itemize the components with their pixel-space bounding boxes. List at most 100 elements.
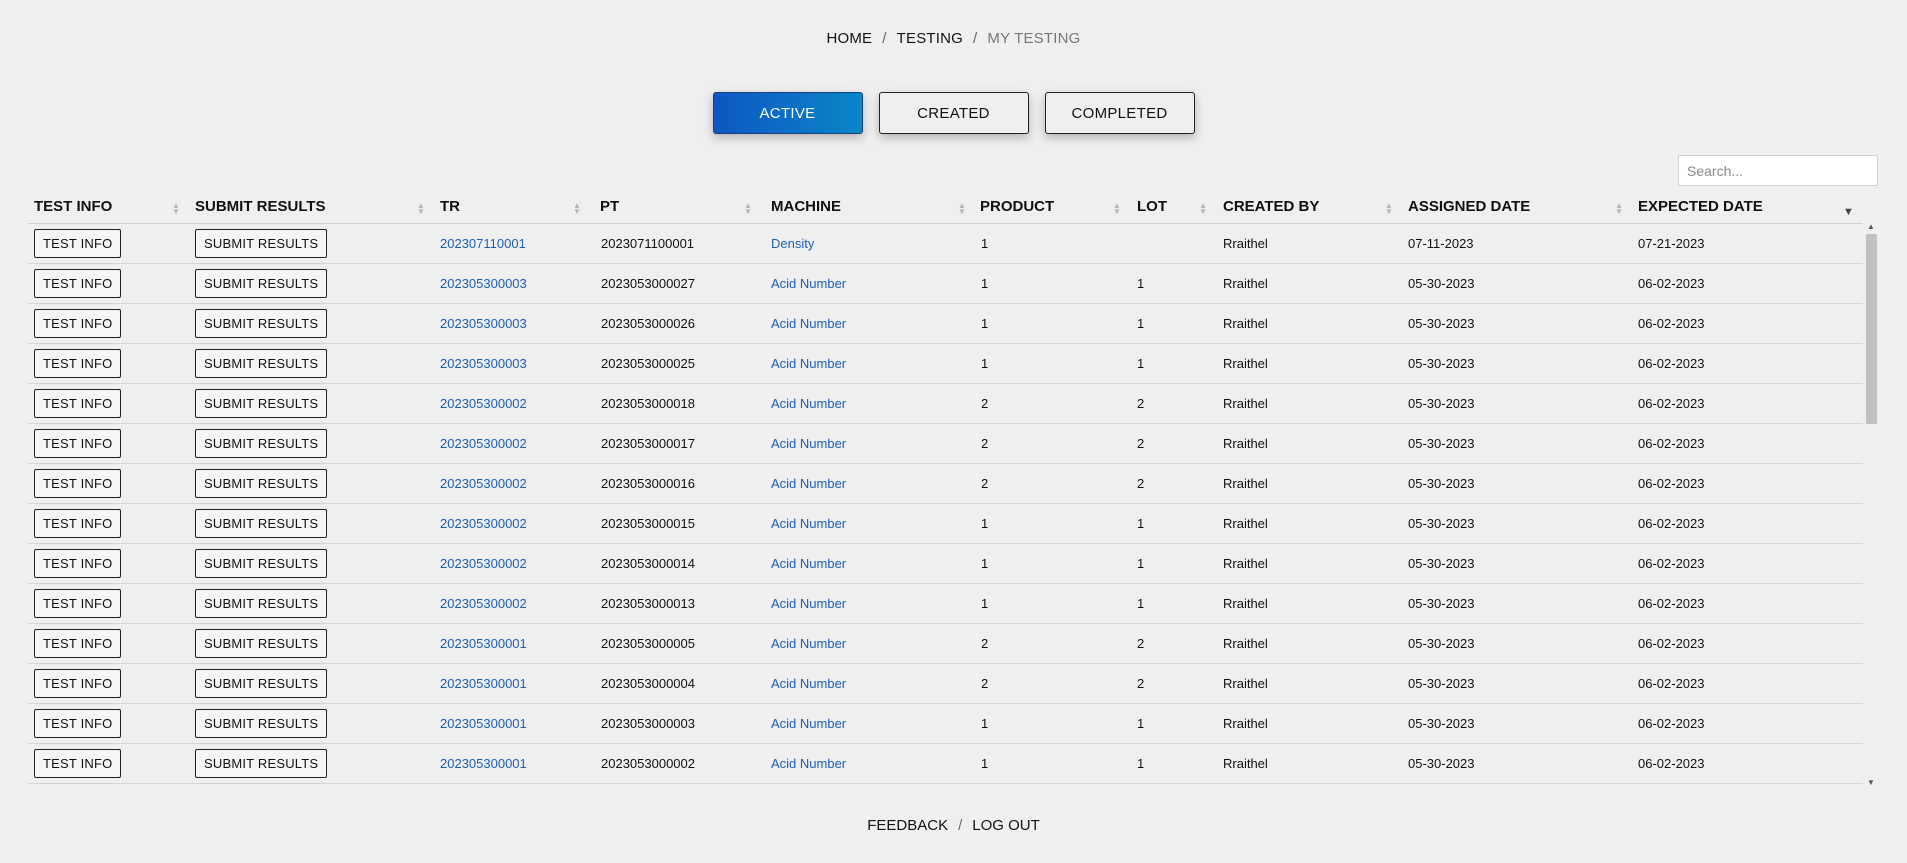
test-info-button[interactable]: TEST INFO [34,269,122,298]
lot-cell: 2 [1137,636,1145,651]
machine-link[interactable]: Acid Number [771,264,846,304]
tr-link[interactable]: 202305300001 [440,744,527,784]
machine-link[interactable]: Acid Number [771,504,846,544]
sort-icon[interactable]: ▲ ▼ [573,202,581,216]
sort-icon[interactable]: ▲ ▼ [1113,202,1121,216]
machine-link[interactable]: Acid Number [771,744,846,784]
sort-icon[interactable]: ▲ ▼ [1199,202,1207,216]
created-by-cell: Rraithel [1223,516,1268,531]
tab-created[interactable]: CREATED [878,92,1029,134]
header-pt[interactable]: PT [600,198,619,215]
assigned-date-cell: 05-30-2023 [1408,556,1475,571]
test-info-button[interactable]: TEST INFO [34,749,122,778]
test-info-button[interactable]: TEST INFO [34,309,122,338]
header-submit-results[interactable]: SUBMIT RESULTS [195,198,326,215]
submit-results-button[interactable]: SUBMIT RESULTS [195,309,328,338]
machine-link[interactable]: Acid Number [771,304,846,344]
tr-link[interactable]: 202307110001 [440,224,526,264]
machine-link[interactable]: Density [771,224,814,264]
tr-link[interactable]: 202305300001 [440,664,527,704]
test-info-button[interactable]: TEST INFO [34,629,122,658]
test-info-button[interactable]: TEST INFO [34,669,122,698]
submit-results-button[interactable]: SUBMIT RESULTS [195,629,328,658]
sort-descending-icon[interactable]: ▼ [1843,206,1854,218]
tr-link[interactable]: 202305300002 [440,384,527,424]
sort-icon[interactable]: ▲ ▼ [417,202,425,216]
pt-cell: 2023053000015 [601,516,695,531]
submit-results-button[interactable]: SUBMIT RESULTS [195,669,328,698]
scroll-down-icon[interactable]: ▼ [1867,778,1875,785]
product-cell: 1 [981,756,989,771]
sort-icon[interactable]: ▲ ▼ [958,202,966,216]
machine-link[interactable]: Acid Number [771,664,846,704]
breadcrumb-home[interactable]: HOME [826,30,872,47]
sort-icon[interactable]: ▲ ▼ [744,202,752,216]
product-cell: 1 [981,276,989,291]
header-machine[interactable]: MACHINE [771,198,841,215]
submit-results-button[interactable]: SUBMIT RESULTS [195,429,328,458]
test-info-button[interactable]: TEST INFO [34,389,122,418]
sort-icon[interactable]: ▲ ▼ [1385,202,1393,216]
test-info-button[interactable]: TEST INFO [34,709,122,738]
tr-link[interactable]: 202305300002 [440,424,527,464]
tr-link[interactable]: 202305300002 [440,544,527,584]
tr-link[interactable]: 202305300001 [440,624,527,664]
submit-results-button[interactable]: SUBMIT RESULTS [195,349,328,378]
submit-results-button[interactable]: SUBMIT RESULTS [195,389,328,418]
header-lot[interactable]: LOT [1137,198,1167,215]
test-info-button[interactable]: TEST INFO [34,469,122,498]
sort-icon[interactable]: ▲ ▼ [1615,202,1623,216]
test-info-button[interactable]: TEST INFO [34,349,122,378]
tab-completed[interactable]: COMPLETED [1044,92,1195,134]
machine-link[interactable]: Acid Number [771,344,846,384]
scroll-up-icon[interactable]: ▲ [1867,222,1875,231]
machine-link[interactable]: Acid Number [771,464,846,504]
breadcrumb-separator: / [882,30,887,47]
test-info-button[interactable]: TEST INFO [34,429,122,458]
breadcrumb-testing[interactable]: TESTING [897,30,963,47]
scrollbar[interactable]: ▲ ▼ [1864,222,1878,785]
submit-results-button[interactable]: SUBMIT RESULTS [195,749,328,778]
header-test-info[interactable]: TEST INFO [34,198,112,215]
test-info-button[interactable]: TEST INFO [34,229,122,258]
test-info-button[interactable]: TEST INFO [34,509,122,538]
machine-link[interactable]: Acid Number [771,584,846,624]
tr-link[interactable]: 202305300001 [440,704,527,744]
header-product[interactable]: PRODUCT [980,198,1054,215]
test-info-button[interactable]: TEST INFO [34,589,122,618]
header-created-by[interactable]: CREATED BY [1223,198,1319,215]
testing-table: TEST INFO ▲ ▼ SUBMIT RESULTS ▲ ▼ TR ▲ ▼ PT … [28,192,1878,785]
sort-icon[interactable]: ▲ ▼ [172,202,180,216]
scrollbar-thumb[interactable] [1866,234,1877,424]
created-by-cell: Rraithel [1223,756,1268,771]
submit-results-button[interactable]: SUBMIT RESULTS [195,469,328,498]
assigned-date-cell: 05-30-2023 [1408,716,1475,731]
submit-results-button[interactable]: SUBMIT RESULTS [195,229,328,258]
machine-link[interactable]: Acid Number [771,544,846,584]
submit-results-button[interactable]: SUBMIT RESULTS [195,549,328,578]
logout-link[interactable]: LOG OUT [972,817,1040,834]
machine-link[interactable]: Acid Number [771,624,846,664]
header-tr[interactable]: TR [440,198,460,215]
header-expected-date[interactable]: EXPECTED DATE [1638,198,1763,215]
submit-results-button[interactable]: SUBMIT RESULTS [195,269,328,298]
test-info-button[interactable]: TEST INFO [34,549,122,578]
tr-link[interactable]: 202305300003 [440,304,527,344]
search-input[interactable] [1678,155,1878,186]
feedback-link[interactable]: FEEDBACK [867,817,948,834]
tr-link[interactable]: 202305300003 [440,264,527,304]
machine-link[interactable]: Acid Number [771,384,846,424]
submit-results-button[interactable]: SUBMIT RESULTS [195,709,328,738]
machine-link[interactable]: Acid Number [771,424,846,464]
tr-link[interactable]: 202305300003 [440,344,527,384]
submit-results-button[interactable]: SUBMIT RESULTS [195,589,328,618]
submit-results-button[interactable]: SUBMIT RESULTS [195,509,328,538]
header-assigned-date[interactable]: ASSIGNED DATE [1408,198,1530,215]
tr-link[interactable]: 202305300002 [440,584,527,624]
machine-link[interactable]: Acid Number [771,704,846,744]
status-tabs: ACTIVE CREATED COMPLETED [0,92,1907,134]
tr-link[interactable]: 202305300002 [440,464,527,504]
tr-link[interactable]: 202305300002 [440,504,527,544]
expected-date-cell: 06-02-2023 [1638,356,1705,371]
tab-active[interactable]: ACTIVE [712,92,863,134]
